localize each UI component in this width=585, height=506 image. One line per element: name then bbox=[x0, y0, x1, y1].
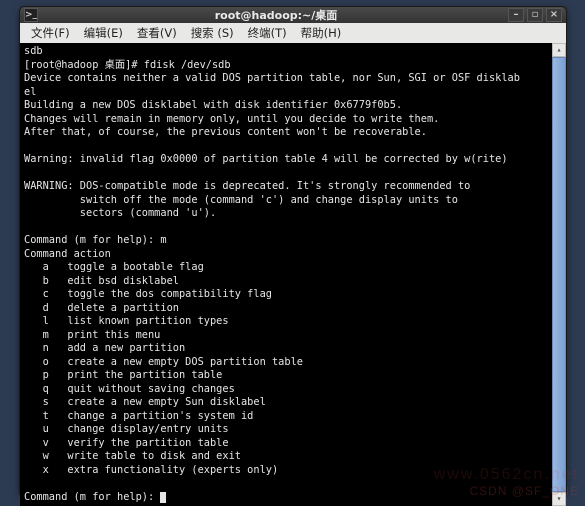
maximize-button[interactable]: ▫ bbox=[527, 8, 543, 22]
terminal-window: >_ root@hadoop:~/桌面 – ▫ × 文件(F) 编辑(E) 查看… bbox=[19, 6, 567, 494]
scroll-track[interactable] bbox=[552, 57, 566, 492]
menu-file[interactable]: 文件(F) bbox=[26, 23, 75, 43]
menu-edit[interactable]: 编辑(E) bbox=[79, 23, 128, 43]
titlebar[interactable]: >_ root@hadoop:~/桌面 – ▫ × bbox=[20, 7, 566, 23]
menu-search[interactable]: 搜索 (S) bbox=[186, 23, 239, 43]
terminal-icon: >_ bbox=[24, 8, 38, 22]
scrollbar[interactable]: ▴ ▾ bbox=[552, 43, 566, 506]
terminal-output[interactable]: sdb [root@hadoop 桌面]# fdisk /dev/sdb Dev… bbox=[20, 43, 552, 506]
minimize-button[interactable]: – bbox=[508, 8, 524, 22]
close-button[interactable]: × bbox=[546, 8, 562, 22]
scroll-down-button[interactable]: ▾ bbox=[552, 492, 566, 506]
cursor bbox=[160, 492, 166, 503]
scroll-thumb[interactable] bbox=[552, 57, 566, 492]
menu-view[interactable]: 查看(V) bbox=[132, 23, 182, 43]
menu-terminal[interactable]: 终端(T) bbox=[243, 23, 292, 43]
menu-help[interactable]: 帮助(H) bbox=[296, 23, 347, 43]
window-controls: – ▫ × bbox=[508, 8, 562, 22]
menubar: 文件(F) 编辑(E) 查看(V) 搜索 (S) 终端(T) 帮助(H) bbox=[20, 23, 566, 43]
scroll-up-button[interactable]: ▴ bbox=[552, 43, 566, 57]
terminal-area: sdb [root@hadoop 桌面]# fdisk /dev/sdb Dev… bbox=[20, 43, 566, 506]
window-title: root@hadoop:~/桌面 bbox=[44, 7, 508, 23]
